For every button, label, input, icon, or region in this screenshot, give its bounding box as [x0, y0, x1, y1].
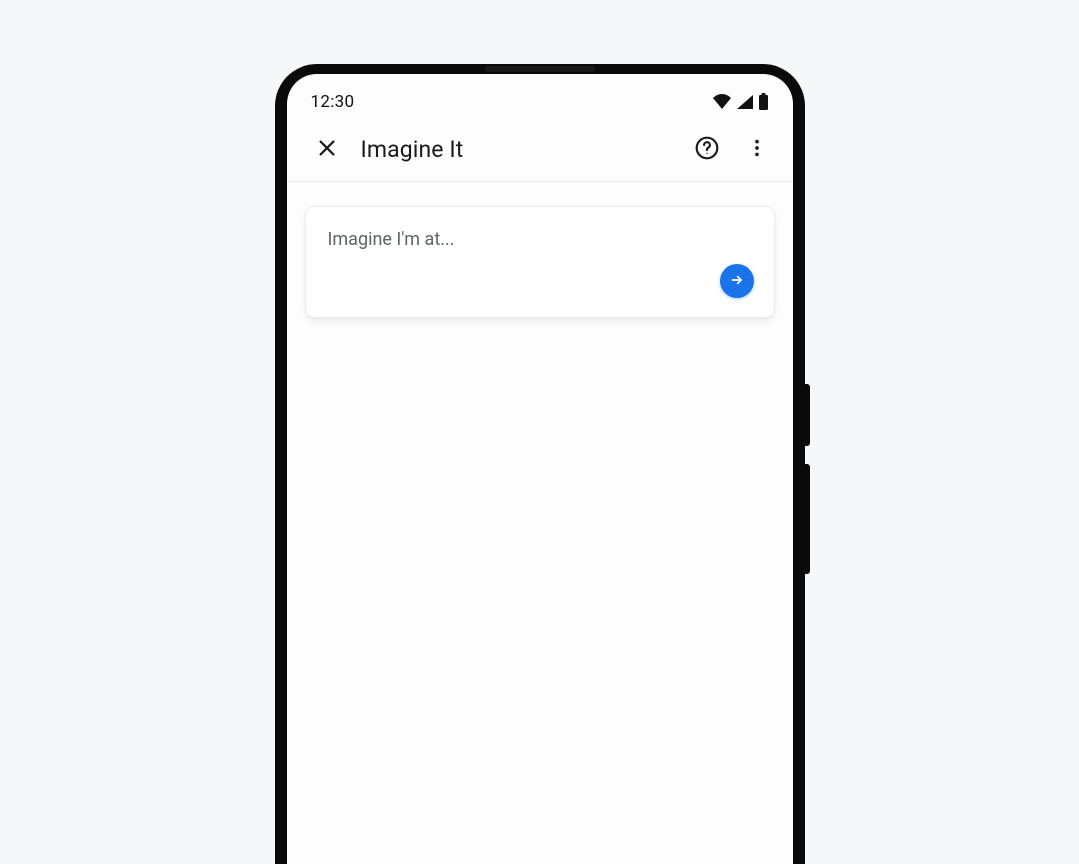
wifi-icon — [712, 94, 732, 110]
prompt-card — [305, 206, 775, 318]
status-time: 12:30 — [311, 92, 355, 112]
status-bar: 12:30 — [287, 74, 793, 118]
help-button[interactable] — [685, 128, 729, 172]
close-button[interactable] — [305, 128, 349, 172]
close-icon — [316, 137, 338, 162]
cellular-signal-icon — [736, 94, 754, 110]
battery-icon — [758, 93, 769, 111]
status-icons — [712, 93, 769, 111]
prompt-actions — [328, 264, 754, 298]
phone-side-button — [805, 384, 810, 446]
app-bar: Imagine It — [287, 118, 793, 182]
prompt-input[interactable] — [328, 229, 754, 250]
submit-button[interactable] — [720, 264, 754, 298]
help-circle-icon — [694, 135, 720, 164]
content-area — [287, 182, 793, 864]
more-vertical-icon — [746, 137, 768, 162]
more-options-button[interactable] — [735, 128, 779, 172]
phone-screen: 12:30 Imagine It — [287, 74, 793, 864]
phone-device-frame: 12:30 Imagine It — [275, 64, 805, 864]
app-title: Imagine It — [361, 136, 464, 163]
phone-side-button — [805, 464, 810, 574]
arrow-right-icon — [730, 273, 744, 290]
